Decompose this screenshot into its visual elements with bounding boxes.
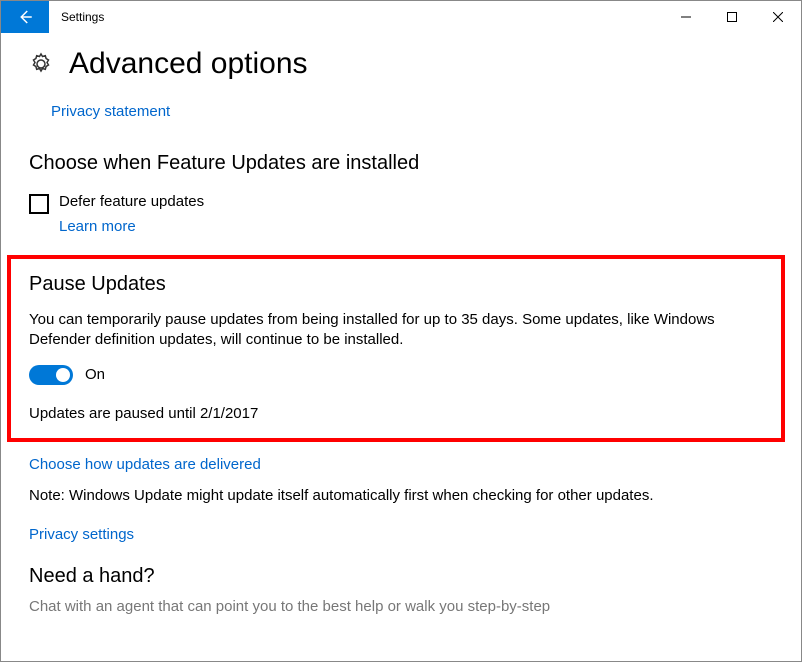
- page-title: Advanced options: [69, 47, 308, 81]
- minimize-icon: [681, 12, 691, 22]
- back-button[interactable]: [1, 1, 49, 33]
- toggle-state-label: On: [85, 366, 105, 383]
- defer-checkbox[interactable]: [29, 194, 49, 214]
- app-title: Settings: [49, 1, 663, 33]
- privacy-statement-link[interactable]: Privacy statement: [51, 103, 773, 120]
- pause-description: You can temporarily pause updates from b…: [29, 310, 763, 351]
- titlebar: Settings: [1, 1, 801, 33]
- window-controls: [663, 1, 801, 33]
- choose-updates-heading: Choose when Feature Updates are installe…: [29, 152, 773, 175]
- maximize-button[interactable]: [709, 1, 755, 33]
- learn-more-link[interactable]: Learn more: [59, 218, 773, 235]
- chat-agent-text: Chat with an agent that can point you to…: [29, 598, 773, 615]
- pause-toggle-row: On: [29, 365, 763, 385]
- maximize-icon: [727, 12, 737, 22]
- update-note: Note: Windows Update might update itself…: [29, 487, 773, 504]
- toggle-knob: [56, 368, 70, 382]
- content-area: Advanced options Privacy statement Choos…: [1, 33, 801, 661]
- gear-icon: [29, 52, 53, 76]
- privacy-settings-link[interactable]: Privacy settings: [29, 526, 773, 543]
- arrow-left-icon: [16, 8, 34, 26]
- need-hand-heading: Need a hand?: [29, 565, 773, 588]
- page-header: Advanced options: [29, 47, 773, 81]
- close-icon: [773, 12, 783, 22]
- pause-status-text: Updates are paused until 2/1/2017: [29, 405, 763, 422]
- pause-heading: Pause Updates: [29, 273, 763, 296]
- defer-row: Defer feature updates: [29, 193, 773, 214]
- delivered-link[interactable]: Choose how updates are delivered: [29, 456, 773, 473]
- pause-toggle[interactable]: [29, 365, 73, 385]
- defer-label: Defer feature updates: [59, 193, 204, 210]
- pause-updates-section: Pause Updates You can temporarily pause …: [7, 255, 785, 442]
- minimize-button[interactable]: [663, 1, 709, 33]
- close-button[interactable]: [755, 1, 801, 33]
